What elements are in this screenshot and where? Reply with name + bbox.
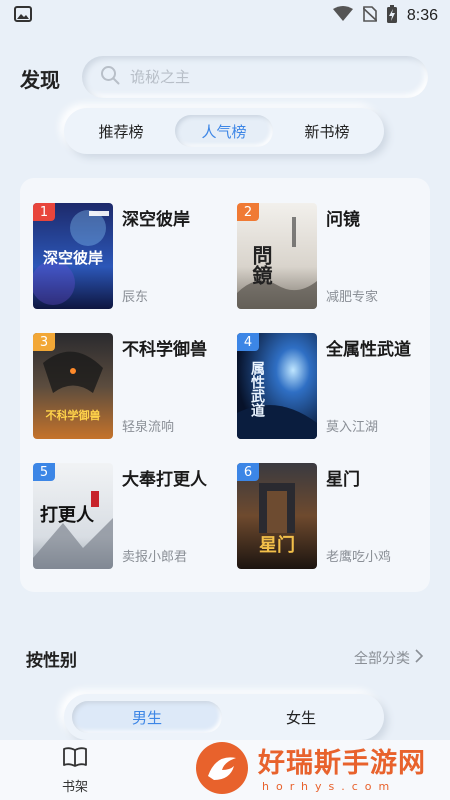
cover-art-text: 深空彼岸 — [43, 249, 103, 267]
all-categories-label: 全部分类 — [354, 651, 410, 667]
book-item[interactable]: 5 打更人 大奉打更人 卖报小郎君 — [33, 463, 223, 569]
search-bar[interactable] — [82, 56, 428, 98]
book-cover[interactable]: 4 属性武道 — [237, 333, 317, 439]
tab-female[interactable]: 女生 — [226, 701, 376, 733]
book-title[interactable]: 深空彼岸 — [122, 205, 190, 230]
battery-charging-icon — [386, 5, 397, 27]
no-sim-icon — [362, 6, 378, 26]
search-icon — [100, 65, 120, 89]
cover-art-text: 不科学御兽 — [46, 408, 101, 422]
book-item[interactable]: 3 不科学御兽 不科学御兽 轻泉流响 — [33, 333, 223, 439]
watermark-title: 好瑞斯手游网 — [258, 747, 426, 779]
rank-badge: 1 — [33, 203, 55, 221]
book-icon — [62, 746, 88, 772]
cover-art-text: 属性武道 — [249, 361, 265, 418]
tab-popular[interactable]: 人气榜 — [175, 115, 273, 147]
chevron-right-icon — [414, 649, 424, 667]
gallery-notification-icon — [14, 6, 32, 26]
watermark-logo-icon — [194, 740, 250, 800]
watermark-url: horhys.com — [262, 779, 397, 793]
book-item[interactable]: 2 問鏡 问镜 减肥专家 — [237, 203, 427, 309]
site-watermark: 好瑞斯手游网 horhys.com — [190, 740, 450, 800]
book-item[interactable]: 1 深空彼岸 深空彼岸 辰东 — [33, 203, 223, 309]
book-cover[interactable]: 3 不科学御兽 — [33, 333, 113, 439]
book-item[interactable]: 6 星门 星门 老鹰吃小鸡 — [237, 463, 427, 569]
section-title-gender: 按性别 — [26, 651, 77, 671]
status-bar: 8:36 — [0, 0, 450, 32]
book-title[interactable]: 问镜 — [326, 205, 360, 230]
status-time: 8:36 — [406, 7, 438, 24]
cover-art-text: 問鏡 — [249, 245, 273, 285]
nav-item-bookshelf[interactable]: 书架 — [0, 740, 150, 800]
cover-art-text: 打更人 — [40, 504, 95, 526]
tab-new-books[interactable]: 新书榜 — [278, 115, 376, 147]
nav-label-bookshelf: 书架 — [61, 779, 88, 795]
search-input[interactable] — [130, 68, 390, 86]
rank-badge: 5 — [33, 463, 55, 481]
gender-tabs: 男生 女生 — [64, 694, 384, 740]
rank-badge: 6 — [237, 463, 259, 481]
book-title[interactable]: 不科学御兽 — [122, 335, 207, 360]
all-categories-link[interactable]: 全部分类 — [354, 648, 424, 668]
book-author: 莫入江湖 — [326, 420, 379, 435]
tab-recommended[interactable]: 推荐榜 — [72, 115, 170, 147]
book-author: 辰东 — [122, 290, 149, 305]
book-title[interactable]: 全属性武道 — [326, 335, 411, 360]
rank-badge: 3 — [33, 333, 55, 351]
book-title[interactable]: 星门 — [326, 465, 360, 490]
wifi-icon — [332, 6, 353, 26]
book-author: 减肥专家 — [326, 290, 379, 305]
cover-art-text: 星门 — [259, 534, 295, 556]
book-cover[interactable]: 1 深空彼岸 — [33, 203, 113, 309]
book-author: 老鹰吃小鸡 — [326, 550, 392, 565]
book-cover[interactable]: 2 問鏡 — [237, 203, 317, 309]
rank-badge: 4 — [237, 333, 259, 351]
book-title[interactable]: 大奉打更人 — [122, 465, 207, 490]
book-cover[interactable]: 5 打更人 — [33, 463, 113, 569]
book-author: 卖报小郎君 — [122, 550, 188, 565]
book-cover[interactable]: 6 星门 — [237, 463, 317, 569]
tab-male[interactable]: 男生 — [72, 701, 222, 733]
rank-tabs: 推荐榜 人气榜 新书榜 — [64, 108, 384, 154]
book-author: 轻泉流响 — [122, 420, 175, 435]
book-item[interactable]: 4 属性武道 全属性武道 莫入江湖 — [237, 333, 427, 439]
ranking-list: 1 深空彼岸 深空彼岸 辰东 2 問鏡 问镜 减肥专家 3 不科学御兽 不科学御… — [20, 178, 430, 592]
rank-badge: 2 — [237, 203, 259, 221]
page-title: 发现 — [20, 68, 60, 92]
